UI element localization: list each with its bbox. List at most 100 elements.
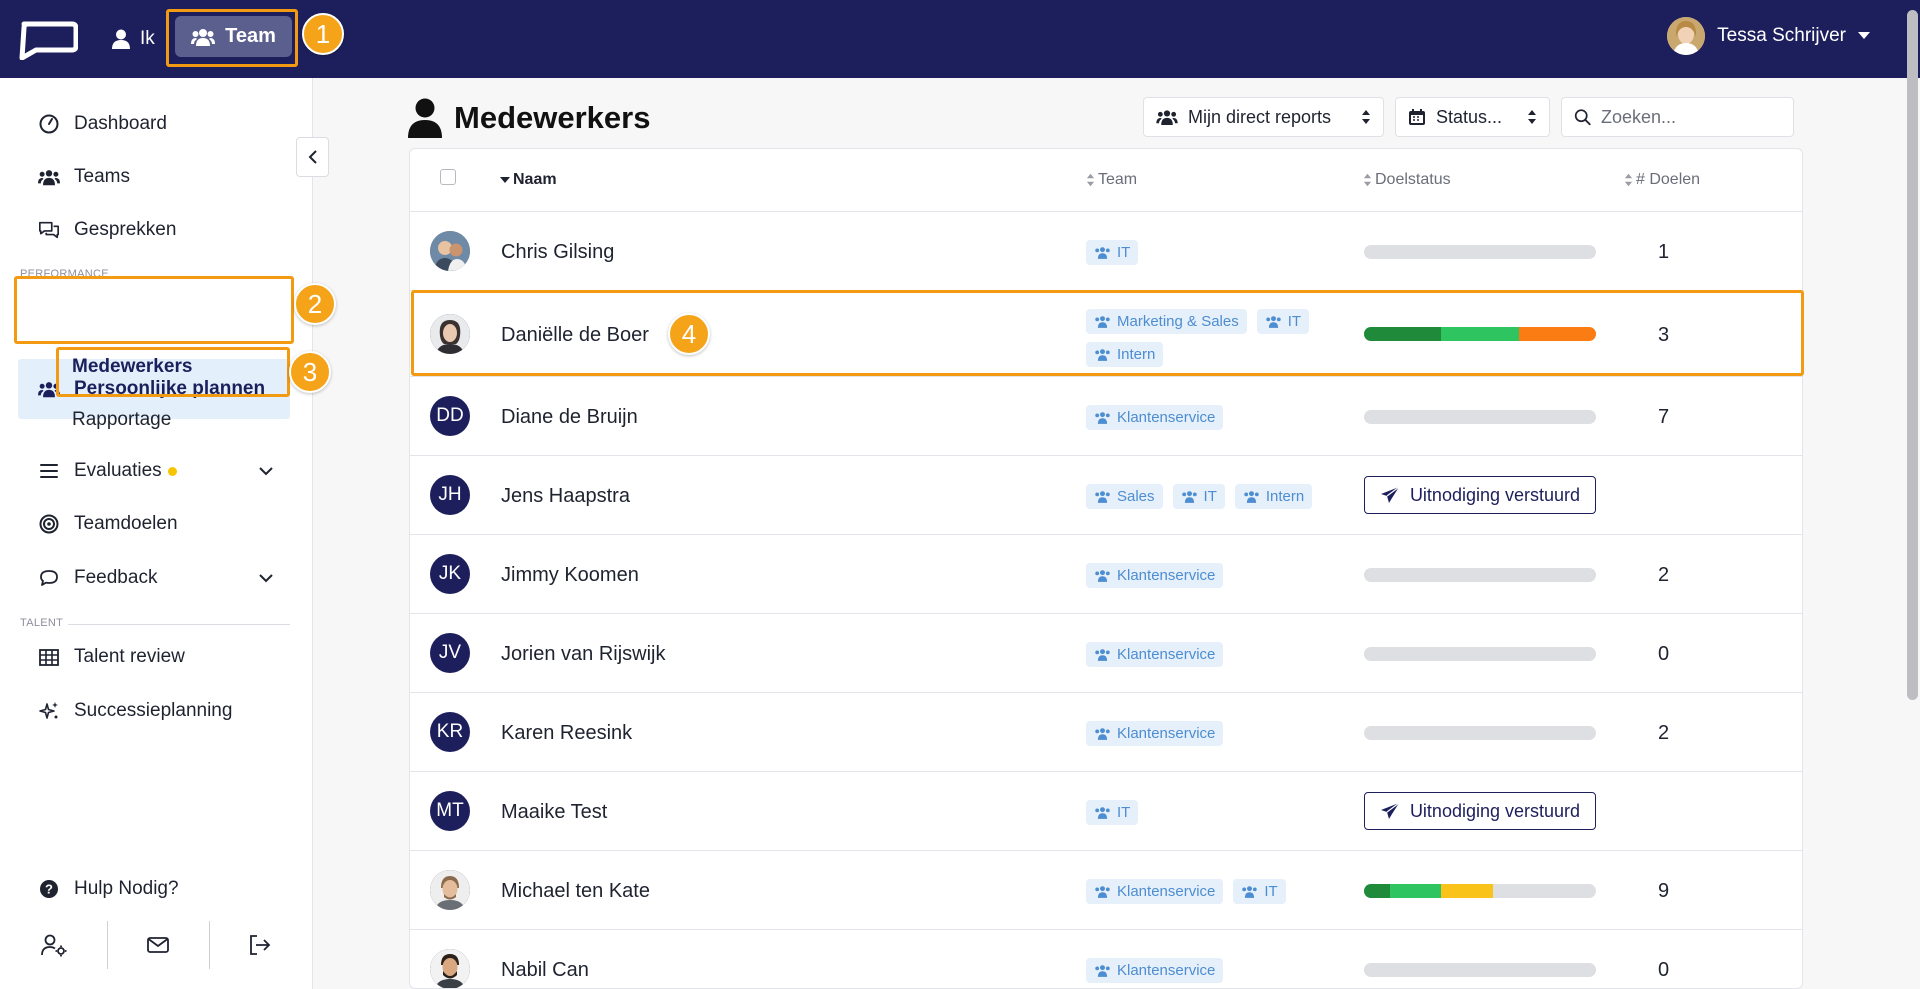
- table-row[interactable]: DD Diane de Bruijn Klantenservice 7: [410, 377, 1802, 456]
- sidebar-subitem-medewerkers[interactable]: Medewerkers: [72, 356, 192, 378]
- table-row[interactable]: MT Maaike Test IT Uitnodiging verstuurd: [410, 772, 1802, 851]
- goal-count: 9: [1658, 880, 1670, 902]
- team-tag[interactable]: Intern: [1234, 484, 1313, 509]
- sidebar-item-talent-review[interactable]: Talent review: [38, 641, 185, 673]
- invitation-sent-button[interactable]: Uitnodiging verstuurd: [1364, 476, 1596, 514]
- column-header-team[interactable]: Team: [1086, 171, 1137, 189]
- page-scrollbar[interactable]: [1907, 10, 1918, 700]
- user-settings-button[interactable]: [4, 921, 104, 969]
- app-logo-icon[interactable]: [18, 20, 78, 60]
- employee-name[interactable]: Karen Reesink: [501, 722, 632, 745]
- employee-name[interactable]: Jens Haapstra: [501, 485, 630, 508]
- team-tag[interactable]: IT: [1172, 484, 1225, 509]
- nav-team[interactable]: Team: [175, 16, 292, 57]
- user-gear-icon: [41, 934, 67, 957]
- avatar: [430, 870, 470, 910]
- table-row[interactable]: Chris Gilsing IT 1: [410, 212, 1802, 291]
- direct-reports-filter[interactable]: Mijn direct reports: [1143, 97, 1384, 137]
- sidebar-item-label: Teamdoelen: [74, 513, 178, 534]
- collapse-sidebar-button[interactable]: [296, 137, 329, 177]
- sidebar-item-successieplanning[interactable]: Successieplanning: [38, 695, 232, 727]
- nav-ik-label: Ik: [140, 28, 155, 49]
- avatar: DD: [430, 396, 470, 436]
- column-header-doelstatus[interactable]: Doelstatus: [1363, 171, 1451, 189]
- employee-name[interactable]: Diane de Bruijn: [501, 406, 638, 429]
- employee-name[interactable]: Jimmy Koomen: [501, 564, 639, 587]
- column-header-naam[interactable]: Naam: [500, 171, 557, 189]
- team-tag[interactable]: IT: [1086, 240, 1139, 265]
- sidebar-item-evaluaties[interactable]: Evaluaties: [38, 455, 278, 487]
- search-input[interactable]: [1601, 106, 1781, 128]
- column-header-doelen[interactable]: # Doelen: [1624, 171, 1700, 189]
- team-tag[interactable]: Sales: [1086, 484, 1163, 509]
- employee-name[interactable]: Maaike Test: [501, 801, 607, 824]
- table-row[interactable]: Michael ten Kate Klantenservice IT 9: [410, 851, 1802, 930]
- team-tag-label: Sales: [1117, 488, 1155, 505]
- team-tags: Sales IT Intern: [1086, 484, 1346, 509]
- employee-name[interactable]: Chris Gilsing: [501, 241, 614, 264]
- target-icon: [39, 514, 59, 534]
- team-tags: Klantenservice IT: [1086, 879, 1346, 904]
- column-header-label: # Doelen: [1636, 171, 1701, 188]
- team-tag[interactable]: Klantenservice: [1086, 642, 1224, 667]
- team-tags: IT: [1086, 800, 1346, 825]
- sidebar-item-help[interactable]: ? Hulp Nodig?: [38, 873, 179, 905]
- sidebar-item-teams[interactable]: Teams: [38, 161, 130, 193]
- sidebar: Dashboard Teams Gesprekken PERFORMANCE P…: [0, 78, 313, 989]
- employee-name[interactable]: Daniëlle de Boer: [501, 324, 649, 347]
- nav-team-label: Team: [225, 25, 276, 47]
- avatar: JV: [430, 633, 470, 673]
- goal-count: 1: [1658, 241, 1670, 263]
- team-tag[interactable]: Klantenservice: [1086, 563, 1224, 588]
- goal-status-segment: [1441, 327, 1519, 341]
- team-tag[interactable]: Klantenservice: [1086, 405, 1224, 430]
- employee-name[interactable]: Michael ten Kate: [501, 880, 650, 903]
- team-tag[interactable]: Klantenservice: [1086, 721, 1224, 746]
- avatar: [430, 949, 470, 988]
- user-menu[interactable]: Tessa Schrijver: [1667, 16, 1870, 56]
- search-box: [1561, 97, 1794, 137]
- table-row[interactable]: Nabil Can Klantenservice 0: [410, 930, 1802, 988]
- chat-icon: [39, 221, 59, 239]
- team-tag-label: Klantenservice: [1117, 725, 1216, 742]
- team-tag[interactable]: Klantenservice: [1086, 879, 1224, 904]
- sidebar-item-dashboard[interactable]: Dashboard: [38, 108, 167, 140]
- users-icon: [1095, 349, 1110, 361]
- team-tag[interactable]: Marketing & Sales: [1086, 309, 1247, 334]
- sidebar-item-gesprekken[interactable]: Gesprekken: [38, 214, 176, 246]
- employee-name[interactable]: Nabil Can: [501, 959, 589, 982]
- users-icon: [1266, 316, 1281, 328]
- team-tag[interactable]: Klantenservice: [1086, 958, 1224, 983]
- nav-ik[interactable]: Ik: [112, 22, 155, 56]
- table-row[interactable]: Daniëlle de Boer Marketing & Sales IT In…: [410, 291, 1802, 377]
- table-row[interactable]: JH Jens Haapstra Sales IT Intern Uitnodi…: [410, 456, 1802, 535]
- status-filter[interactable]: Status...: [1395, 97, 1550, 137]
- avatar: [430, 314, 470, 354]
- sidebar-subitem-rapportage[interactable]: Rapportage: [72, 409, 171, 431]
- logout-button[interactable]: [210, 921, 310, 969]
- chevron-down-icon[interactable]: [258, 463, 274, 479]
- employee-name[interactable]: Jorien van Rijswijk: [501, 643, 666, 666]
- invitation-sent-button[interactable]: Uitnodiging verstuurd: [1364, 792, 1596, 830]
- team-tag-label: Klantenservice: [1117, 567, 1216, 584]
- users-icon: [1095, 412, 1110, 424]
- table-row[interactable]: JV Jorien van Rijswijk Klantenservice 0: [410, 614, 1802, 693]
- team-tag[interactable]: IT: [1086, 800, 1139, 825]
- team-tag[interactable]: IT: [1256, 309, 1310, 334]
- goal-count: 3: [1658, 324, 1670, 346]
- team-tag[interactable]: IT: [1233, 879, 1286, 904]
- table-row[interactable]: JK Jimmy Koomen Klantenservice 2: [410, 535, 1802, 614]
- avatar: JK: [430, 554, 470, 594]
- sort-icon: [1624, 173, 1633, 187]
- chevron-down-icon[interactable]: [258, 570, 274, 586]
- sort-desc-icon: [500, 177, 510, 183]
- sidebar-item-teamdoelen[interactable]: Teamdoelen: [38, 508, 178, 540]
- invitation-label: Uitnodiging verstuurd: [1409, 484, 1581, 505]
- team-tag[interactable]: Intern: [1086, 342, 1164, 367]
- table-row[interactable]: KR Karen Reesink Klantenservice 2: [410, 693, 1802, 772]
- select-all-checkbox[interactable]: [440, 169, 456, 185]
- sparkles-icon: [39, 702, 58, 719]
- users-icon: [1095, 316, 1110, 328]
- messages-button[interactable]: [108, 921, 208, 969]
- sidebar-item-feedback[interactable]: Feedback: [38, 562, 157, 594]
